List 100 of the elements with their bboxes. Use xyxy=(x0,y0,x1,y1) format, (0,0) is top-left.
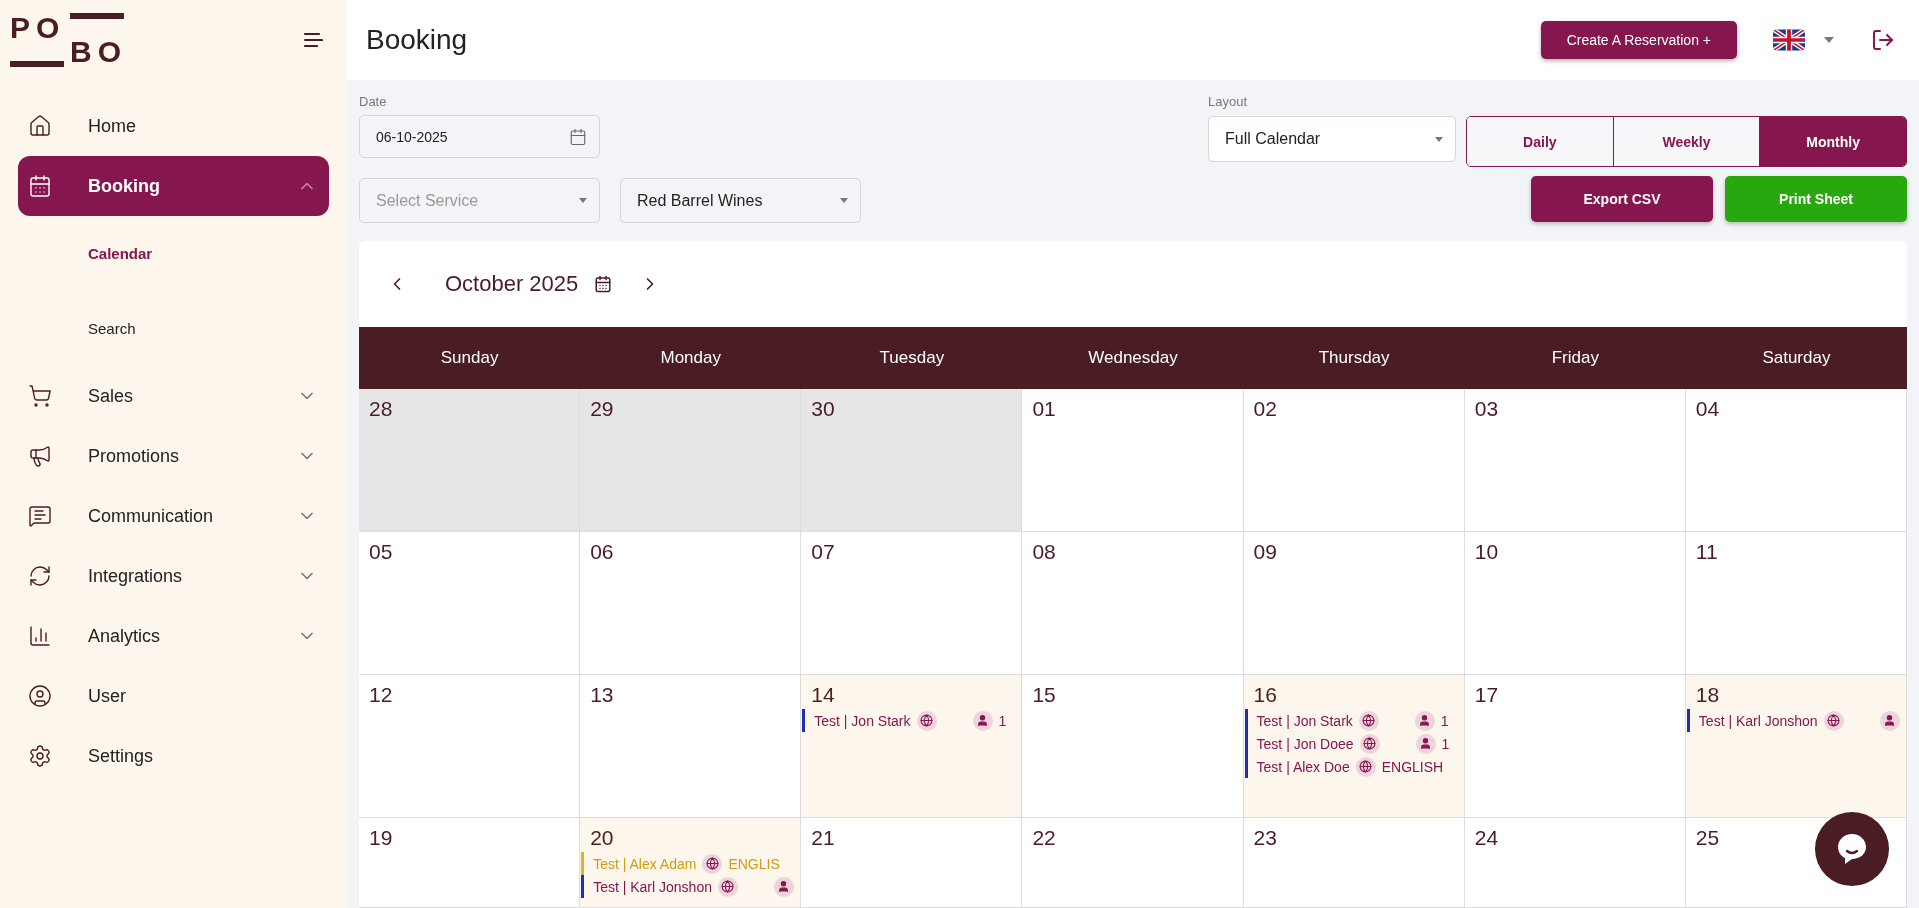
day-cell[interactable]: 01 xyxy=(1022,389,1244,532)
view-tab[interactable]: Weekly xyxy=(1612,117,1760,166)
nav-item[interactable]: Integrations xyxy=(18,546,329,606)
booking-event[interactable]: Test | Alex Doe ENGLISH xyxy=(1244,755,1464,778)
nav-subitem[interactable]: Calendar xyxy=(18,216,329,291)
globe-icon xyxy=(1359,733,1380,754)
booking-event[interactable]: Test | Karl Jonshon xyxy=(581,875,801,898)
nav-item[interactable]: Communication xyxy=(18,486,329,546)
person-icon xyxy=(773,876,794,897)
day-cell[interactable]: 21 xyxy=(801,818,1023,908)
person-icon xyxy=(972,710,993,731)
day-cell[interactable]: 15 xyxy=(1022,675,1244,818)
day-cell[interactable]: 30 xyxy=(801,389,1023,532)
day-number: 11 xyxy=(1695,540,1718,564)
nav-item[interactable]: Analytics xyxy=(18,606,329,666)
day-cell[interactable]: 11 xyxy=(1685,532,1907,675)
day-number: 03 xyxy=(1474,397,1499,421)
day-cell[interactable]: 14 Test | Jon Stark 1 xyxy=(801,675,1023,818)
day-number: 21 xyxy=(811,826,835,850)
month-title: October 2025 xyxy=(445,271,579,297)
day-cell[interactable]: 29 xyxy=(580,389,802,532)
weekday-header: Wednesday xyxy=(1022,327,1244,389)
day-cell[interactable]: 17 xyxy=(1464,675,1686,818)
venue-select[interactable]: Red Barrel Wines xyxy=(620,178,861,223)
logout-icon[interactable] xyxy=(1871,28,1895,52)
day-number: 06 xyxy=(590,540,614,564)
day-cell[interactable]: 13 xyxy=(580,675,802,818)
booking-event[interactable]: Test | Jon Stark 1 xyxy=(802,709,1022,732)
day-number: 23 xyxy=(1253,826,1277,850)
booking-event[interactable]: Test | Karl Jonshon xyxy=(1686,709,1906,732)
create-reservation-button[interactable]: Create A Reservation + xyxy=(1540,21,1737,59)
view-tab[interactable]: Monthly xyxy=(1759,117,1906,166)
day-cell[interactable]: 09 xyxy=(1243,532,1465,675)
day-cell[interactable]: 03 xyxy=(1464,389,1686,532)
booking-event[interactable]: Test | Jon Stark 1 xyxy=(1244,709,1464,732)
day-cell[interactable]: 10 xyxy=(1464,532,1686,675)
day-number: 09 xyxy=(1253,540,1277,564)
booking-event[interactable]: Test | Jon Doee 1 xyxy=(1244,732,1464,755)
chat-icon xyxy=(28,504,52,528)
nav-subitem[interactable]: Search xyxy=(18,291,329,366)
nav-item[interactable]: Settings xyxy=(18,726,329,786)
weekday-header: Saturday xyxy=(1685,327,1907,389)
nav-item[interactable]: Promotions xyxy=(18,426,329,486)
person-icon xyxy=(1415,733,1436,754)
layout-select[interactable]: Full Calendar xyxy=(1208,116,1456,162)
guest-count: 1 xyxy=(1441,735,1450,752)
sync-icon xyxy=(28,564,52,588)
day-number: 12 xyxy=(369,683,393,707)
page-title: Booking xyxy=(366,24,469,56)
day-cell[interactable]: 06 xyxy=(580,532,802,675)
weekday-header: Thursday xyxy=(1243,327,1465,389)
uk-flag-icon[interactable] xyxy=(1773,29,1805,51)
day-number: 10 xyxy=(1474,540,1499,564)
day-number: 25 xyxy=(1695,826,1720,850)
day-cell[interactable]: 24 xyxy=(1464,818,1686,908)
event-title: Test | Jon Stark xyxy=(1256,712,1353,729)
day-cell[interactable]: 04 xyxy=(1685,389,1907,532)
house-icon xyxy=(28,114,52,138)
globe-icon xyxy=(717,876,738,897)
day-cell[interactable]: 08 xyxy=(1022,532,1244,675)
day-cell[interactable]: 19 xyxy=(359,818,581,908)
day-number: 18 xyxy=(1695,683,1720,707)
nav-item[interactable]: Home xyxy=(18,96,329,156)
nav-item[interactable]: User xyxy=(18,666,329,726)
day-number: 07 xyxy=(811,540,835,564)
megaphone-icon xyxy=(28,444,52,468)
event-title: Test | Karl Jonshon xyxy=(593,878,712,895)
day-cell[interactable]: 16 Test | Jon Stark 1 Test | Jon Doee 1 Test | Alex Doe ENGLISH xyxy=(1243,675,1465,818)
day-number: 02 xyxy=(1253,397,1277,421)
caret-icon[interactable] xyxy=(1823,36,1835,44)
day-number: 30 xyxy=(811,397,835,421)
day-cell[interactable]: 22 xyxy=(1022,818,1244,908)
person-icon xyxy=(1879,710,1900,731)
day-number: 24 xyxy=(1474,826,1499,850)
calendar-icon xyxy=(28,174,52,198)
view-tab[interactable]: Daily xyxy=(1467,117,1613,166)
globe-icon xyxy=(1823,710,1844,731)
day-cell[interactable]: 23 xyxy=(1243,818,1465,908)
chat-icon xyxy=(1836,832,1868,866)
day-cell[interactable]: 28 xyxy=(359,389,581,532)
weekday-header: Sunday xyxy=(359,327,581,389)
settings-icon xyxy=(28,744,52,768)
export-csv-button[interactable]: Export CSV xyxy=(1531,176,1713,222)
weekday-header: Friday xyxy=(1464,327,1686,389)
day-cell[interactable]: 12 xyxy=(359,675,581,818)
caret-icon xyxy=(1435,136,1443,142)
day-cell[interactable]: 07 xyxy=(801,532,1023,675)
logo: PO BO xyxy=(10,13,126,67)
weekday-header: Monday xyxy=(580,327,802,389)
day-cell[interactable]: 18 Test | Karl Jonshon xyxy=(1685,675,1907,818)
event-title: Test | Jon Stark xyxy=(814,712,911,729)
day-cell[interactable]: 02 xyxy=(1243,389,1465,532)
nav-item[interactable]: Sales xyxy=(18,366,329,426)
day-number: 05 xyxy=(369,540,393,564)
day-number: 20 xyxy=(590,826,614,850)
day-cell[interactable]: 20 Test | Alex Adam ENGLIS Test | Karl Jonshon xyxy=(580,818,802,908)
day-number: 29 xyxy=(590,397,614,421)
nav-item[interactable]: Booking xyxy=(18,156,329,216)
day-cell[interactable]: 05 xyxy=(359,532,581,675)
date-field[interactable]: 06-10-2025 xyxy=(359,115,600,158)
